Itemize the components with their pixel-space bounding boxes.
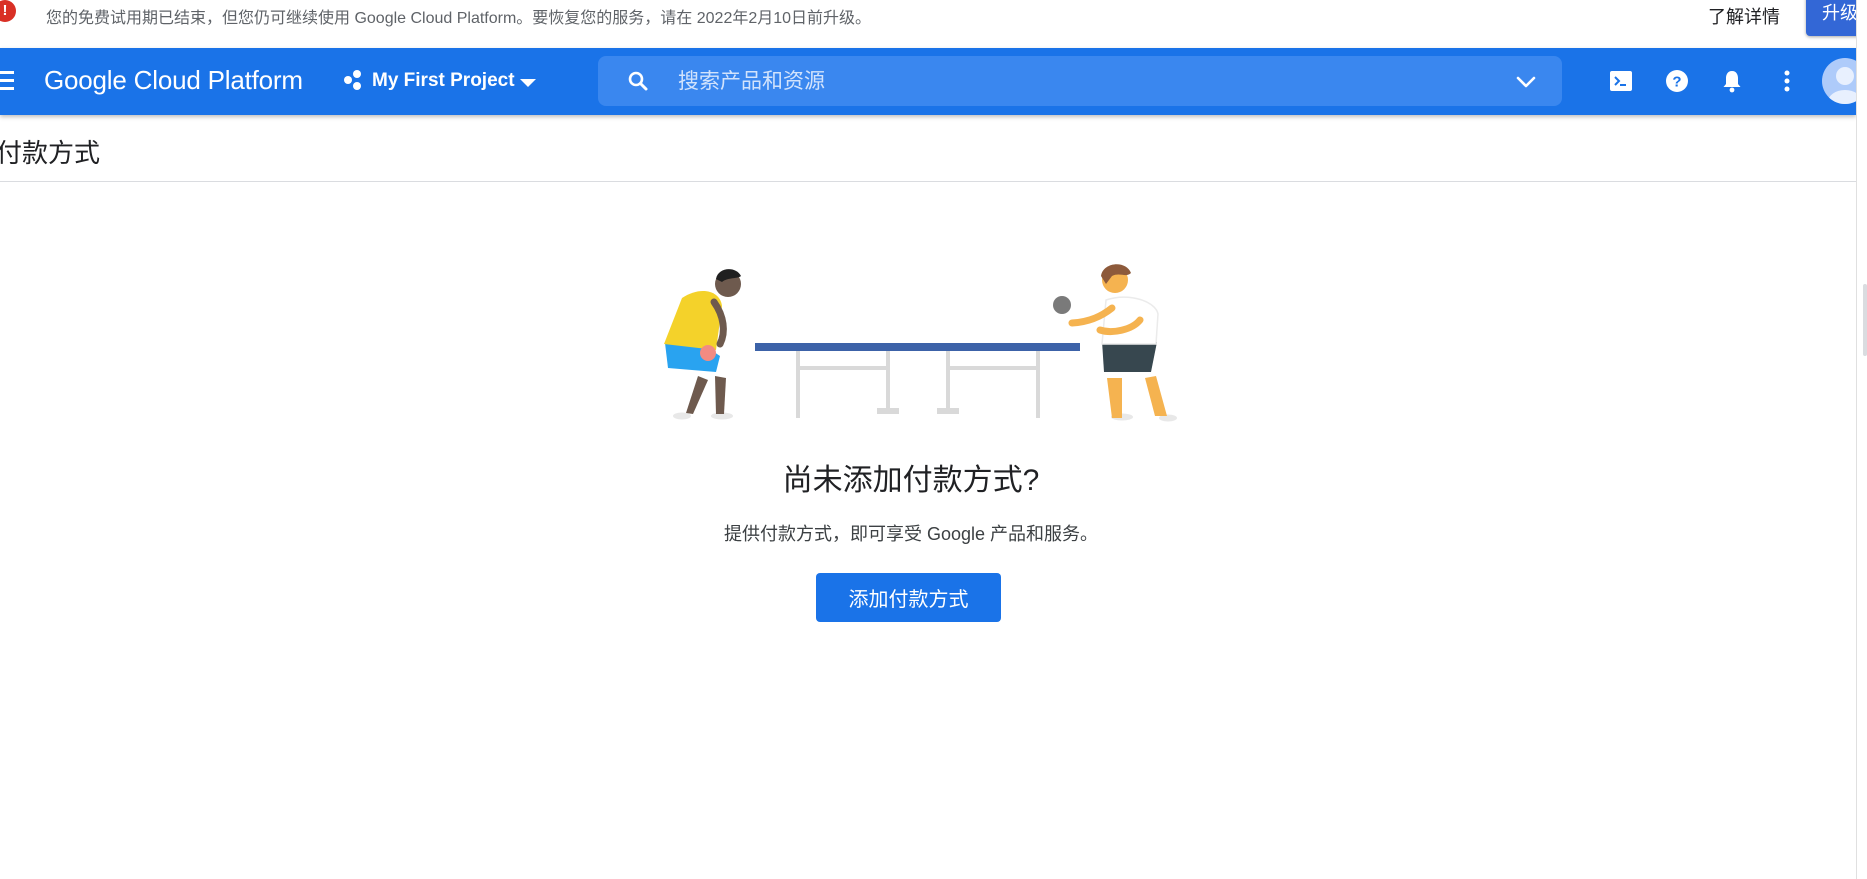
top-app-bar: Google Cloud Platform My First Project ? <box>0 48 1867 115</box>
empty-state-subtext: 提供付款方式，即可享受 Google 产品和服务。 <box>723 524 1099 544</box>
help-icon[interactable]: ? <box>1664 68 1690 94</box>
svg-text:?: ? <box>1672 74 1681 91</box>
empty-state-heading: 尚未添加付款方式? <box>782 464 1040 497</box>
page-title: 付款方式 <box>0 138 101 168</box>
more-vert-icon[interactable] <box>1774 68 1800 94</box>
ping-pong-illustration <box>664 264 1177 422</box>
scrollbar-thumb[interactable] <box>1863 284 1867 356</box>
caret-down-icon <box>520 79 536 87</box>
menu-icon[interactable] <box>0 69 14 93</box>
search-icon[interactable] <box>626 69 650 93</box>
banner-message: 您的免费试用期已结束，但您仍可继续使用 Google Cloud Platfor… <box>46 10 872 27</box>
project-name: My First Project <box>372 70 515 91</box>
search-bar[interactable] <box>598 56 1562 108</box>
learn-more-link[interactable]: 了解详情 <box>1708 3 1780 29</box>
project-dots-icon <box>344 70 361 90</box>
search-input[interactable] <box>676 56 1480 108</box>
app-title[interactable]: Google Cloud Platform <box>44 65 303 96</box>
trial-banner: ! 您的免费试用期已结束，但您仍可继续使用 Google Cloud Platf… <box>0 0 1866 48</box>
cloud-shell-icon[interactable] <box>1608 68 1634 94</box>
chevron-down-icon[interactable] <box>1514 70 1538 94</box>
divider <box>0 181 1856 182</box>
scrollbar[interactable] <box>1856 0 1867 879</box>
notifications-icon[interactable] <box>1719 68 1745 94</box>
add-payment-method-button[interactable]: 添加付款方式 <box>816 573 1001 622</box>
project-picker[interactable]: My First Project <box>342 62 542 100</box>
alert-icon: ! <box>0 0 16 22</box>
